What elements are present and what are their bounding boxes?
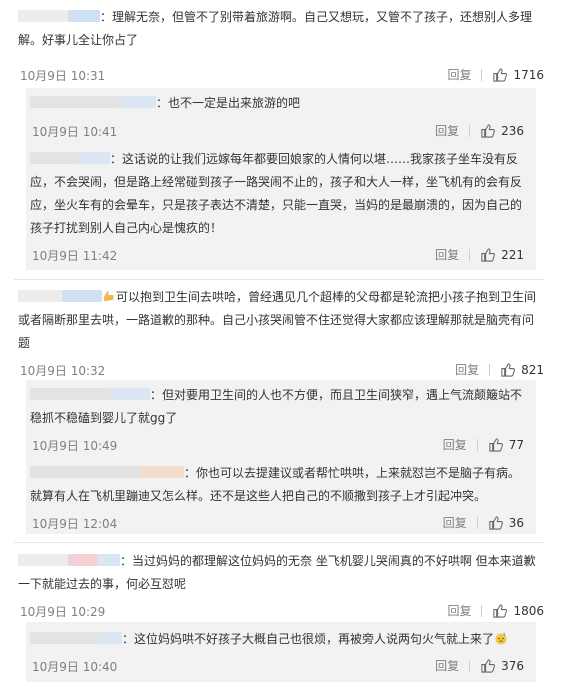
divider	[481, 604, 483, 617]
blurred-username-part[interactable]	[120, 96, 156, 108]
reply-1-2: ：这话说的让我们远嫁每年都要回娘家的人情何以堪……我家孩子坐车没有反应，不会哭闹…	[26, 140, 536, 270]
thumbs-up-icon[interactable]	[488, 515, 503, 530]
reply-text: ：这话说的让我们远嫁每年都要回娘家的人情何以堪……我家孩子坐车没有反应，不会哭闹…	[30, 148, 530, 240]
timestamp: 10月9日 10:40	[32, 660, 118, 674]
reply-text: ：但对要用卫生间的人也不方便，而且卫生间狭窄，遇上气流颠簸站不稳抓不稳磕到婴儿了…	[30, 384, 530, 430]
divider	[476, 516, 478, 529]
divider	[476, 438, 478, 451]
reply-body: ：这话说的让我们远嫁每年都要回娘家的人情何以堪……我家孩子坐车没有反应，不会哭闹…	[30, 152, 523, 235]
sweat-emoji-icon	[495, 632, 507, 645]
divider	[489, 363, 491, 376]
blurred-username[interactable]	[30, 152, 80, 164]
blurred-username-part[interactable]	[110, 388, 150, 400]
comment-text: ：理解无奈，但管不了别带着旅游啊。自己又想玩，又管不了孩子，还想别人多理解。好事…	[18, 6, 540, 52]
section-divider	[14, 542, 544, 543]
hand-emoji-icon	[103, 291, 114, 301]
thumbs-up-icon[interactable]	[488, 437, 503, 452]
timestamp: 10月9日 10:41	[32, 125, 118, 139]
reply-1-1: ：也不一定是出来旅游的吧 10月9日 10:41 回复 236	[26, 88, 536, 140]
comment-actions: 回复 1716	[447, 66, 544, 83]
thumbs-up-icon[interactable]	[492, 603, 508, 618]
section-divider	[14, 279, 544, 280]
blurred-username-part[interactable]	[80, 152, 110, 164]
blurred-username-part[interactable]	[68, 10, 100, 22]
comment-text: ：当过妈妈的都理解这位妈妈的无奈 坐飞机婴儿哭闹真的不好哄啊 但本来道歉一下就能…	[18, 550, 540, 596]
thumbs-up-icon[interactable]	[492, 67, 508, 82]
blurred-username[interactable]	[30, 466, 140, 478]
like-count: 821	[521, 362, 544, 377]
blurred-username[interactable]	[18, 290, 62, 302]
like-count: 236	[501, 123, 524, 138]
like-count: 77	[508, 437, 524, 452]
like-count: 221	[501, 247, 524, 262]
thumbs-up-icon[interactable]	[480, 123, 496, 138]
timestamp: 10月9日 10:32	[20, 364, 106, 378]
reply-2-1: ：但对要用卫生间的人也不方便，而且卫生间狭窄，遇上气流颠簸站不稳抓不稳磕到婴儿了…	[26, 380, 536, 456]
like-count: 1806	[513, 603, 544, 618]
comment-text: 可以抱到卫生间去哄哈，曾经遇见几个超棒的父母都是轮流把小孩子抱到卫生间或者隔断那…	[18, 286, 540, 355]
reply-button[interactable]: 回复	[455, 361, 479, 378]
thumbs-up-icon[interactable]	[480, 247, 496, 262]
thumbs-up-icon[interactable]	[500, 362, 516, 377]
reply-actions: 回复 376	[435, 657, 524, 674]
like-count: 36	[508, 515, 524, 530]
timestamp: 10月9日 10:31	[20, 69, 106, 83]
reply-actions: 回复 221	[435, 246, 524, 263]
blurred-username[interactable]	[30, 388, 110, 400]
timestamp: 10月9日 10:29	[20, 605, 106, 619]
timestamp: 10月9日 10:49	[32, 439, 118, 453]
blurred-username-part[interactable]	[100, 632, 122, 644]
comment-2: 可以抱到卫生间去哄哈，曾经遇见几个超棒的父母都是轮流把小孩子抱到卫生间或者隔断那…	[14, 284, 544, 380]
blurred-username-part[interactable]	[68, 554, 98, 566]
blurred-username[interactable]	[18, 554, 68, 566]
timestamp: 10月9日 11:42	[32, 249, 118, 263]
blurred-username-part[interactable]	[98, 554, 120, 566]
comment-1: ：理解无奈，但管不了别带着旅游啊。自己又想玩，又管不了孩子，还想别人多理解。好事…	[14, 0, 544, 88]
divider	[481, 68, 483, 81]
reply-3-1: ：这位妈妈哄不好孩子大概自己也很烦，再被旁人说两句火气就上来了 10月9日 10…	[26, 622, 536, 682]
blurred-username[interactable]	[30, 632, 100, 644]
thumbs-up-icon[interactable]	[480, 658, 496, 673]
reply-button[interactable]: 回复	[435, 657, 459, 674]
like-count: 1716	[513, 67, 544, 82]
reply-actions: 回复 236	[435, 122, 524, 139]
reply-button[interactable]: 回复	[435, 246, 459, 263]
reply-text: ：这位妈妈哄不好孩子大概自己也很烦，再被旁人说两句火气就上来了	[30, 628, 530, 651]
blurred-username-part[interactable]	[62, 290, 102, 302]
reply-text: ：也不一定是出来旅游的吧	[30, 92, 530, 115]
comment-actions: 回复 1806	[447, 602, 544, 619]
divider	[469, 124, 471, 137]
comment-actions: 回复 821	[455, 361, 544, 378]
comment-3: ：当过妈妈的都理解这位妈妈的无奈 坐飞机婴儿哭闹真的不好哄啊 但本来道歉一下就能…	[14, 548, 544, 622]
blurred-username[interactable]	[30, 96, 120, 108]
reply-button[interactable]: 回复	[435, 122, 459, 139]
divider	[469, 659, 471, 672]
reply-actions: 回复 77	[443, 436, 524, 453]
reply-button[interactable]: 回复	[443, 436, 467, 453]
divider	[469, 248, 471, 261]
reply-body: ：也不一定是出来旅游的吧	[156, 96, 301, 110]
reply-button[interactable]: 回复	[447, 66, 471, 83]
reply-button[interactable]: 回复	[443, 514, 467, 531]
reply-body: ：这位妈妈哄不好孩子大概自己也很烦，再被旁人说两句火气就上来了	[122, 632, 495, 646]
reply-text: ：你也可以去提建议或者帮忙哄哄，上来就怼岂不是脑子有病。就算有人在飞机里蹦迪又怎…	[30, 462, 530, 508]
timestamp: 10月9日 12:04	[32, 517, 118, 531]
blurred-username[interactable]	[18, 10, 68, 22]
reply-button[interactable]: 回复	[447, 602, 471, 619]
like-count: 376	[501, 658, 524, 673]
reply-2-2: ：你也可以去提建议或者帮忙哄哄，上来就怼岂不是脑子有病。就算有人在飞机里蹦迪又怎…	[26, 456, 536, 534]
reply-actions: 回复 36	[443, 514, 524, 531]
blurred-username-part[interactable]	[140, 466, 184, 478]
